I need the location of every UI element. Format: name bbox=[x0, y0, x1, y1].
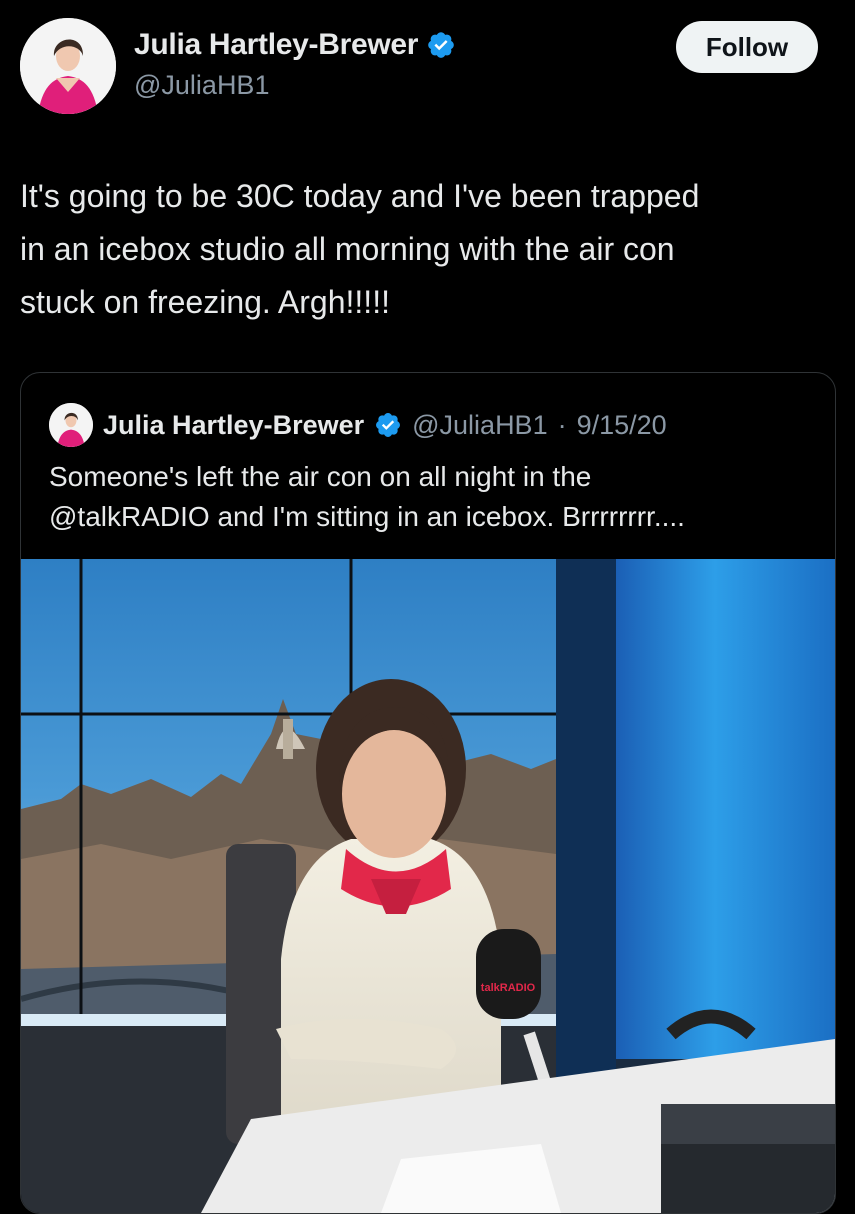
verified-badge-icon[interactable] bbox=[426, 30, 456, 60]
quoted-tweet-card[interactable]: Julia Hartley-Brewer @JuliaHB1 · 9/15/20… bbox=[20, 372, 836, 1214]
quote-date: 9/15/20 bbox=[576, 409, 667, 440]
verified-badge-icon bbox=[374, 411, 402, 439]
quote-text: Someone's left the air con on all night … bbox=[49, 461, 685, 532]
author-info: Julia Hartley-Brewer @JuliaHB1 bbox=[134, 28, 456, 100]
author-name-row: Julia Hartley-Brewer bbox=[134, 28, 456, 62]
quote-author-name: Julia Hartley-Brewer bbox=[103, 409, 365, 440]
author-handle[interactable]: @JuliaHB1 bbox=[134, 70, 456, 100]
quote-author-handle: @JuliaHB1 bbox=[412, 409, 548, 440]
quote-author-avatar bbox=[49, 403, 93, 447]
quote-media-photo[interactable]: talkRADIO bbox=[21, 559, 835, 1213]
follow-button[interactable]: Follow bbox=[676, 21, 818, 73]
studio-photo: talkRADIO bbox=[21, 559, 835, 1213]
tweet-header: Julia Hartley-Brewer @JuliaHB1 Follow bbox=[0, 0, 855, 140]
avatar-image bbox=[20, 18, 116, 114]
mic-brand-label: talkRADIO bbox=[481, 982, 536, 994]
author-name[interactable]: Julia Hartley-Brewer bbox=[134, 28, 418, 62]
separator-dot: · bbox=[557, 409, 567, 440]
quote-header: Julia Hartley-Brewer @JuliaHB1 · 9/15/20 bbox=[49, 403, 667, 447]
author-avatar[interactable] bbox=[20, 18, 116, 114]
tweet-text: It's going to be 30C today and I've been… bbox=[20, 178, 700, 320]
